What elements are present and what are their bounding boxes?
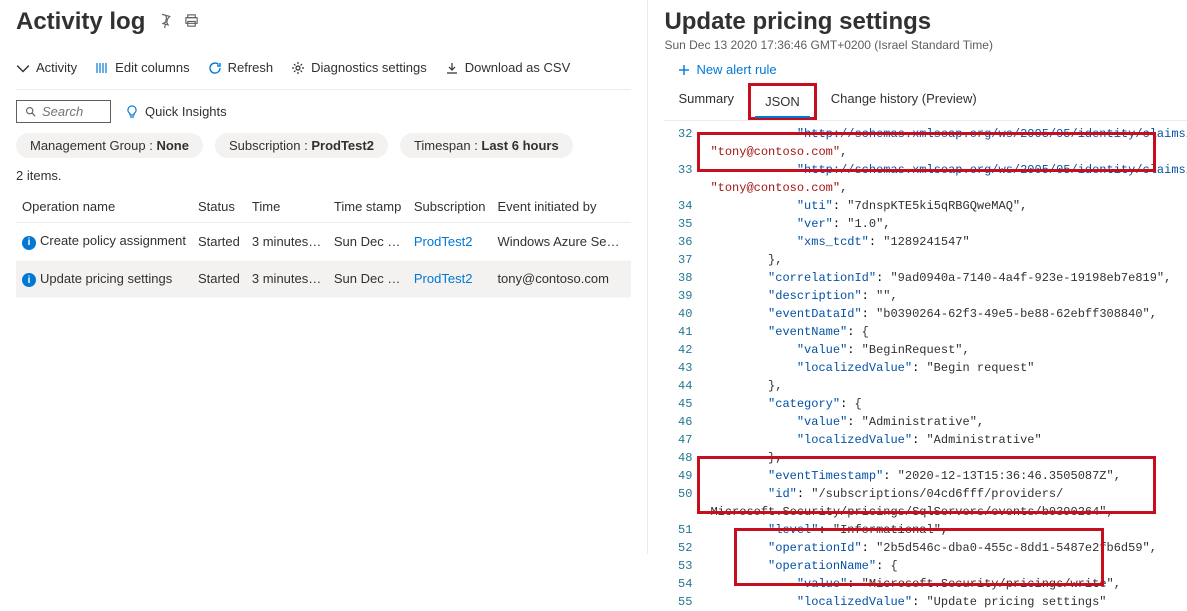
table-row[interactable]: i Create policy assignment Started 3 minu… (16, 223, 631, 261)
filter-subscription[interactable]: Subscription : ProdTest2 (215, 133, 388, 158)
download-csv-label: Download as CSV (465, 60, 571, 75)
search-box[interactable] (16, 100, 111, 123)
edit-columns-label: Edit columns (115, 60, 189, 75)
plus-icon (678, 64, 690, 76)
tab-summary[interactable]: Summary (664, 83, 748, 120)
refresh-label: Refresh (228, 60, 274, 75)
col-timestamp[interactable]: Time stamp (328, 191, 408, 223)
activity-label: Activity (36, 60, 77, 75)
detail-title: Update pricing settings (664, 8, 1187, 36)
col-time[interactable]: Time (246, 191, 328, 223)
diagnostics-button[interactable]: Diagnostics settings (291, 60, 427, 75)
cell-time: 3 minutes a.. (246, 260, 328, 298)
pin-icon[interactable] (157, 13, 172, 31)
detail-subtitle: Sun Dec 13 2020 17:36:46 GMT+0200 (Israe… (664, 38, 1187, 52)
quick-insights-label: Quick Insights (145, 104, 227, 119)
lightbulb-icon (125, 105, 139, 119)
sub-label: Subscription : (229, 138, 311, 153)
filter-management-group[interactable]: Management Group : None (16, 133, 203, 158)
diagnostics-label: Diagnostics settings (311, 60, 427, 75)
json-viewer[interactable]: 32 "http://schemas.xmlsoap.org/ws/2005/0… (664, 125, 1187, 611)
cell-ts: Sun Dec 13... (328, 260, 408, 298)
cell-time: 3 minutes a.. (246, 223, 328, 261)
tab-change-history[interactable]: Change history (Preview) (817, 83, 991, 120)
activity-dropdown[interactable]: Activity (16, 60, 77, 75)
cell-init: tony@contoso.com (491, 260, 631, 298)
quick-insights-button[interactable]: Quick Insights (125, 104, 227, 119)
cell-op: Update pricing settings (40, 271, 172, 286)
cell-ts: Sun Dec 13... (328, 223, 408, 261)
cell-status: Started (192, 223, 246, 261)
mg-value: None (156, 138, 189, 153)
new-alert-label: New alert rule (696, 62, 776, 77)
search-icon (25, 105, 36, 118)
sub-value: ProdTest2 (311, 138, 374, 153)
table-row[interactable]: i Update pricing settings Started 3 minut… (16, 260, 631, 298)
ts-value: Last 6 hours (481, 138, 558, 153)
cell-init: Windows Azure Securi... (491, 223, 631, 261)
col-operation-name[interactable]: Operation name (16, 191, 192, 223)
col-initiated-by[interactable]: Event initiated by (491, 191, 631, 223)
col-subscription[interactable]: Subscription (408, 191, 492, 223)
cell-sub[interactable]: ProdTest2 (408, 223, 492, 261)
mg-label: Management Group : (30, 138, 156, 153)
activity-table: Operation name Status Time Time stamp Su… (16, 191, 631, 298)
col-status[interactable]: Status (192, 191, 246, 223)
edit-columns-button[interactable]: Edit columns (95, 60, 189, 75)
download-csv-button[interactable]: Download as CSV (445, 60, 571, 75)
filter-timespan[interactable]: Timespan : Last 6 hours (400, 133, 573, 158)
cell-sub[interactable]: ProdTest2 (408, 260, 492, 298)
new-alert-rule-button[interactable]: New alert rule (678, 62, 1187, 77)
cell-op: Create policy assignment (40, 233, 186, 248)
ts-label: Timespan : (414, 138, 481, 153)
search-input[interactable] (42, 104, 102, 119)
print-icon[interactable] (184, 13, 199, 31)
cell-status: Started (192, 260, 246, 298)
tab-json[interactable]: JSON (748, 83, 817, 120)
refresh-button[interactable]: Refresh (208, 60, 274, 75)
detail-tabs: Summary JSON Change history (Preview) (664, 83, 1187, 121)
page-title: Activity log (16, 8, 145, 36)
info-icon: i (22, 236, 36, 250)
info-icon: i (22, 273, 36, 287)
items-count: 2 items. (16, 168, 631, 183)
toolbar: Activity Edit columns Refresh Diagnostic… (16, 54, 631, 90)
